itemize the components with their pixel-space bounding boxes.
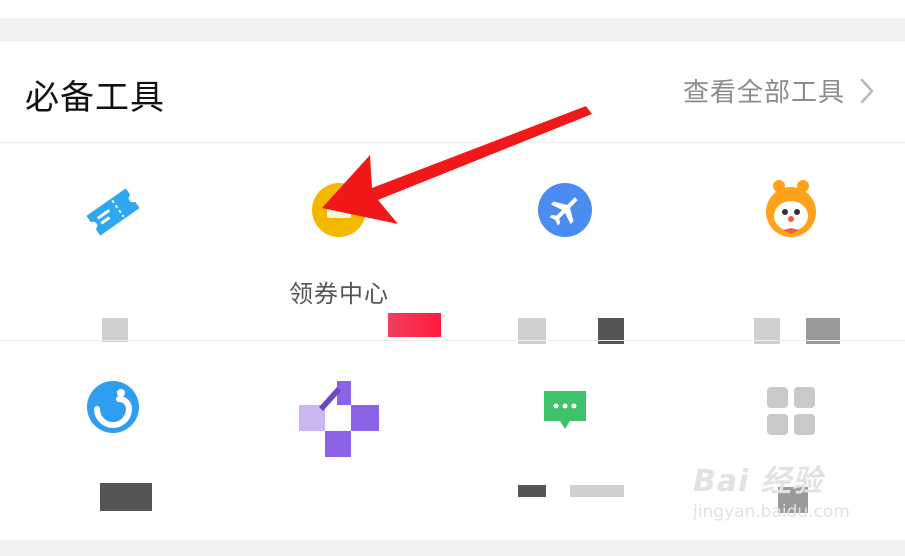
baidu-jingyan-watermark: Bai 经验 jingyan.baidu.com bbox=[693, 456, 850, 522]
coupon-icon bbox=[312, 183, 366, 237]
tool-item-7[interactable] bbox=[452, 341, 678, 540]
tool-item-4[interactable] bbox=[678, 142, 904, 344]
chevron-right-icon bbox=[860, 78, 874, 103]
tool-item-1[interactable] bbox=[0, 142, 226, 342]
view-all-tools-link[interactable]: 查看全部工具 bbox=[683, 72, 875, 109]
tool-label-coupon-center: 领券中心 bbox=[289, 280, 389, 308]
redacted-label bbox=[100, 483, 152, 511]
puzzle-icon bbox=[299, 381, 379, 457]
airplane-icon bbox=[538, 183, 592, 237]
view-all-tools-label: 查看全部工具 bbox=[682, 78, 845, 108]
redacted-label bbox=[570, 485, 624, 497]
new-badge bbox=[388, 313, 441, 337]
watermark-url: jingyan.baidu.com bbox=[693, 502, 850, 522]
watermark-brand: Bai 经验 bbox=[693, 464, 823, 499]
section-title: 必备工具 bbox=[25, 78, 165, 118]
clown-face-icon bbox=[766, 180, 816, 237]
ticket-icon bbox=[86, 188, 140, 236]
swirl-icon bbox=[87, 381, 139, 433]
redacted-label bbox=[518, 485, 546, 497]
grid-icon bbox=[767, 387, 815, 435]
tool-item-5[interactable] bbox=[0, 341, 226, 540]
tool-item-3[interactable] bbox=[452, 142, 678, 344]
chat-bubble-icon bbox=[544, 391, 586, 429]
card-header: 必备工具 查看全部工具 bbox=[0, 42, 905, 143]
tool-item-6[interactable] bbox=[226, 341, 452, 540]
previous-section-bottom bbox=[0, 0, 905, 18]
redacted-label bbox=[102, 318, 128, 342]
tool-item-coupon-center[interactable]: 领券中心 bbox=[226, 142, 452, 340]
